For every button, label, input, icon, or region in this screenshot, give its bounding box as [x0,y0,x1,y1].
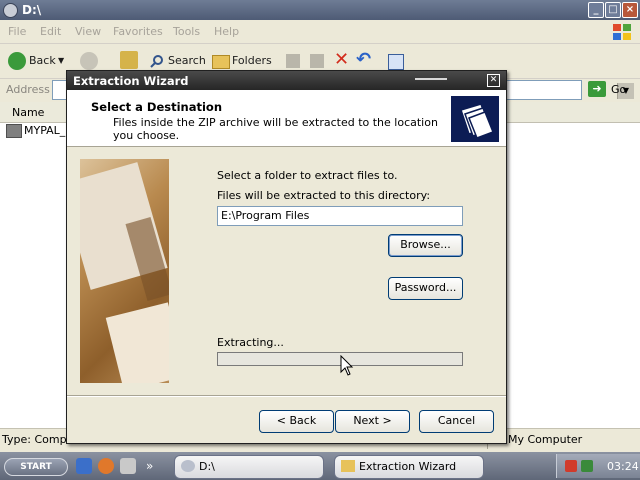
back-button-label[interactable]: Back [29,54,56,67]
menu-edit[interactable]: Edit [40,25,61,38]
move-to-icon[interactable] [286,54,300,68]
mouse-cursor-icon [340,355,354,376]
menu-favorites[interactable]: Favorites [113,25,163,38]
menu-bar: File Edit View Favorites Tools Help [0,21,640,44]
wizard-step-title: Select a Destination [91,100,223,114]
column-header-name[interactable]: Name [12,106,44,119]
search-button-label[interactable]: Search [168,54,206,67]
windows-logo-icon [613,24,631,40]
back-button[interactable]: < Back [259,410,334,433]
tray-network-icon[interactable] [581,460,593,472]
taskbar-item-extraction-wizard[interactable]: Extraction Wizard [334,455,484,479]
cancel-button[interactable]: Cancel [419,410,494,433]
explorer-window-icon [3,3,18,18]
delete-icon[interactable]: ✕ [334,49,349,70]
quicklaunch-desktop-icon[interactable] [76,458,92,474]
folder-stack-icon [451,96,499,142]
folders-button-label[interactable]: Folders [232,54,272,67]
zip-file-icon [6,124,22,138]
taskbar-item-explorer[interactable]: D:\ [174,455,324,479]
extraction-wizard-dialog: Extraction Wizard ✕ Select a Destination… [66,70,507,444]
directory-label: Files will be extracted to this director… [217,189,431,202]
progress-label: Extracting... [217,336,284,349]
instruction-text: Select a folder to extract files to. [217,169,398,182]
copy-to-icon[interactable] [310,54,324,68]
dialog-title: Extraction Wizard [73,74,189,88]
destination-directory-input[interactable]: E:\Program Files [217,206,463,226]
taskbar-item-label: Extraction Wizard [359,460,457,473]
wizard-header: Select a Destination Files inside the ZI… [67,90,506,147]
folders-icon[interactable] [212,55,230,69]
menu-file[interactable]: File [8,25,26,38]
explorer-titlebar[interactable]: D:\ _ □ × [0,0,640,20]
quicklaunch-app-icon[interactable] [120,458,136,474]
quicklaunch-browser-icon[interactable] [98,458,114,474]
minimize-button[interactable]: _ [588,2,604,18]
dialog-titlebar[interactable]: Extraction Wizard ✕ [67,71,506,90]
start-button[interactable]: START [4,458,68,476]
explorer-task-icon [181,460,195,472]
address-label: Address [6,83,50,96]
go-arrow-icon[interactable]: ➜ [588,81,606,97]
folder-task-icon [341,460,355,472]
forward-arrow-icon[interactable] [80,52,98,70]
search-icon[interactable] [150,54,164,68]
password-button[interactable]: Password... [388,277,463,300]
status-location-text: My Computer [508,433,583,446]
go-button-label[interactable]: Go [611,83,626,96]
dialog-separator [67,395,506,397]
menu-view[interactable]: View [75,25,101,38]
wizard-step-subtitle: Files inside the ZIP archive will be ext… [113,116,438,142]
maximize-button[interactable]: □ [605,2,621,18]
back-dropdown[interactable]: ▼ [58,56,64,65]
menu-tools[interactable]: Tools [173,25,200,38]
quicklaunch-more[interactable]: » [146,459,153,473]
explorer-title: D:\ [22,3,42,17]
title-grip [415,78,447,80]
undo-icon[interactable]: ↶ [356,49,371,70]
dialog-close-button[interactable]: ✕ [487,74,500,87]
browse-button[interactable]: Browse... [388,234,463,257]
tray-security-icon[interactable] [565,460,577,472]
views-icon[interactable] [388,54,404,70]
taskbar-item-label: D:\ [199,460,215,473]
back-arrow-icon[interactable] [8,52,26,70]
system-tray: 03:24 [556,454,640,478]
next-button[interactable]: Next > [335,410,410,433]
menu-help[interactable]: Help [214,25,239,38]
up-folder-icon[interactable] [120,51,138,69]
wizard-side-image [80,159,169,383]
clock[interactable]: 03:24 [607,460,639,473]
close-button[interactable]: × [622,2,638,18]
taskbar: START » D:\ Extraction Wizard 03:24 [0,452,640,480]
destination-directory-value: E:\Program Files [221,209,310,222]
